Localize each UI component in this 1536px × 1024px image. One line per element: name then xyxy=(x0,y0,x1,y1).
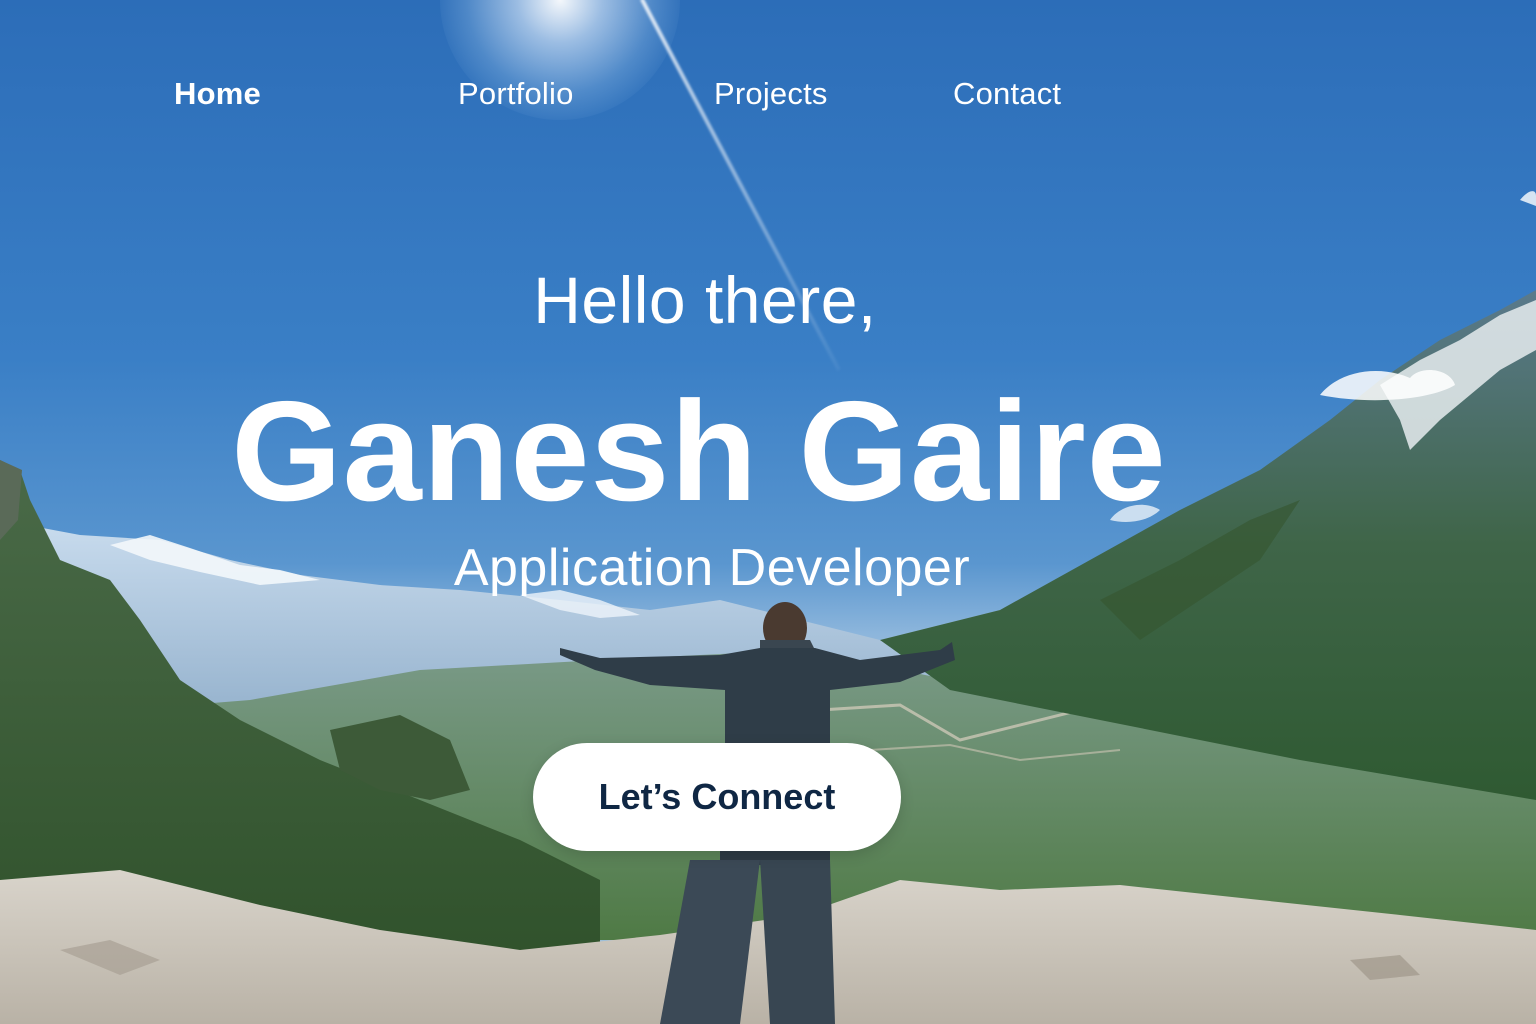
nav-item-portfolio[interactable]: Portfolio xyxy=(458,76,574,112)
nav-item-home[interactable]: Home xyxy=(174,76,261,112)
nav-item-contact[interactable]: Contact xyxy=(953,76,1061,112)
hero-name: Ganesh Gaire xyxy=(231,372,1167,531)
lets-connect-button[interactable]: Let’s Connect xyxy=(533,743,901,851)
main-navigation: Home Portfolio Projects Contact xyxy=(0,70,1536,120)
hero-greeting: Hello there, xyxy=(533,263,877,337)
nav-item-projects[interactable]: Projects xyxy=(714,76,828,112)
hero-section: Home Portfolio Projects Contact Hello th… xyxy=(0,0,1536,1024)
hero-role: Application Developer xyxy=(453,539,971,597)
